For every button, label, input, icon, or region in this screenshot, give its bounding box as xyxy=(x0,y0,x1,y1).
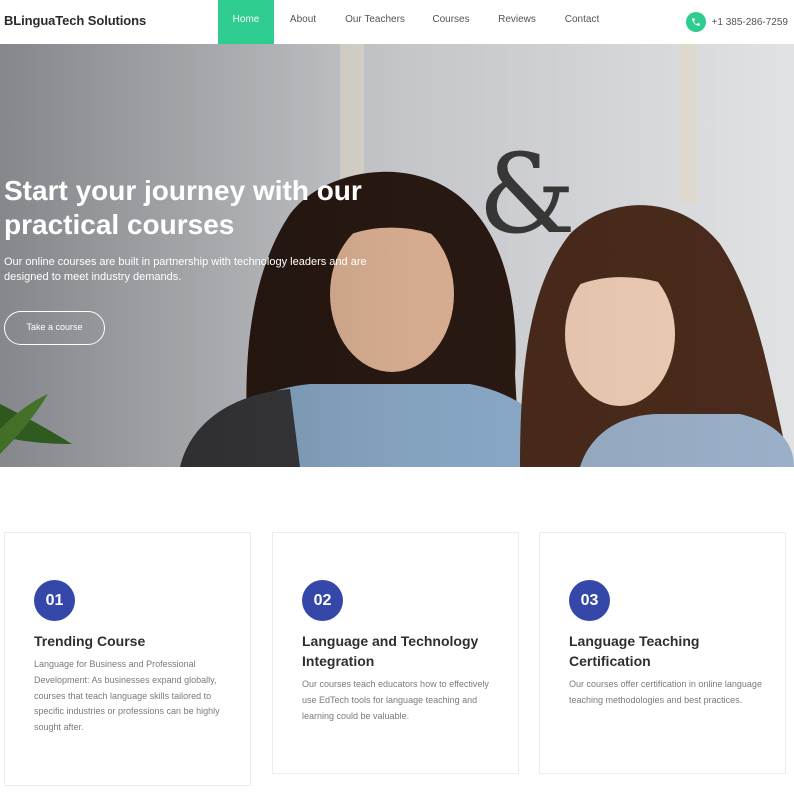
feature-number-badge: 02 xyxy=(302,580,343,621)
phone-icon xyxy=(685,12,706,32)
nav-contact[interactable]: Contact xyxy=(550,0,614,44)
site-header: BLinguaTech Solutions Home About Our Tea… xyxy=(0,0,794,44)
nav-our-teachers[interactable]: Our Teachers xyxy=(332,0,418,44)
nav-home[interactable]: Home xyxy=(218,0,274,44)
feature-card-integration: 02 Language and Technology Integration O… xyxy=(272,532,519,774)
brand-logo[interactable]: BLinguaTech Solutions xyxy=(4,0,146,44)
hero-section: & Start your journey with our practical … xyxy=(0,44,794,467)
feature-title: Trending Course xyxy=(34,633,146,649)
main-nav: Home About Our Teachers Courses Reviews … xyxy=(218,0,614,44)
feature-title: Language Teaching Certification xyxy=(569,633,700,669)
take-course-button[interactable]: Take a course xyxy=(4,311,105,345)
feature-title: Language and Technology Integration xyxy=(302,633,479,669)
feature-card-trending: 01 Trending Course Language for Business… xyxy=(4,532,251,786)
hero-title: Start your journey with our practical co… xyxy=(4,175,362,240)
hero-subtitle: Our online courses are built in partners… xyxy=(4,256,367,283)
phone-contact[interactable]: +1 385-286-7259 xyxy=(685,0,788,44)
feature-number-badge: 01 xyxy=(34,580,75,621)
nav-about[interactable]: About xyxy=(274,0,332,44)
feature-description: Our courses offer certification in onlin… xyxy=(569,679,762,705)
feature-description: Our courses teach educators how to effec… xyxy=(302,679,489,721)
feature-card-certification: 03 Language Teaching Certification Our c… xyxy=(539,532,786,774)
nav-courses[interactable]: Courses xyxy=(418,0,484,44)
feature-description: Language for Business and Professional D… xyxy=(34,659,220,733)
nav-reviews[interactable]: Reviews xyxy=(484,0,550,44)
phone-number[interactable]: +1 385-286-7259 xyxy=(712,17,788,28)
feature-number-badge: 03 xyxy=(569,580,610,621)
